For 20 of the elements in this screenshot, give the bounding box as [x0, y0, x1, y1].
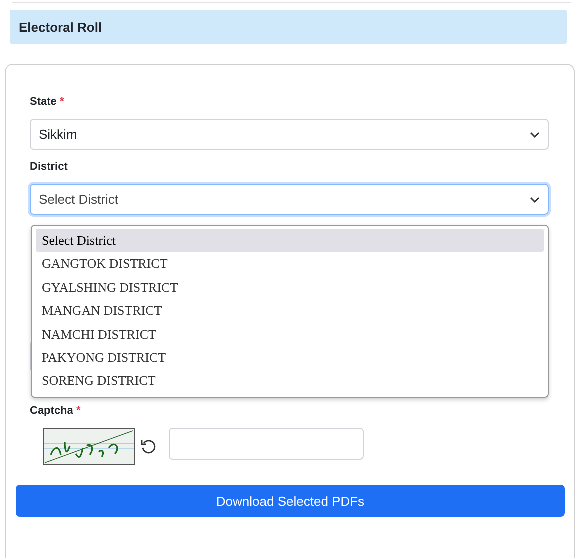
district-select[interactable]: Select District	[30, 184, 549, 215]
download-button[interactable]: Download Selected PDFs	[16, 485, 565, 517]
dropdown-option[interactable]: NAMCHI DISTRICT	[36, 322, 544, 346]
dropdown-option[interactable]: GYALSHING DISTRICT	[36, 276, 544, 300]
required-mark: *	[60, 96, 64, 108]
dropdown-option[interactable]: SORENG DISTRICT	[36, 369, 544, 393]
page-title: Electoral Roll	[19, 20, 102, 34]
dropdown-option[interactable]: PAKYONG DISTRICT	[36, 346, 544, 370]
chevron-icon	[530, 196, 540, 202]
field-label: State	[30, 96, 57, 108]
dropdown-option[interactable]: MANGAN DISTRICT	[36, 299, 544, 323]
state-select[interactable]: Sikkim	[30, 119, 549, 150]
chevron-icon	[530, 132, 540, 138]
dropdown-option[interactable]: GANGTOK DISTRICT	[36, 252, 544, 276]
dropdown-option[interactable]: Select District	[36, 229, 544, 252]
field-label: Captcha	[30, 405, 74, 417]
field-label: District	[30, 161, 68, 173]
captcha-input[interactable]	[169, 428, 364, 460]
required-mark: *	[76, 405, 81, 417]
refresh-icon[interactable]	[140, 438, 158, 456]
